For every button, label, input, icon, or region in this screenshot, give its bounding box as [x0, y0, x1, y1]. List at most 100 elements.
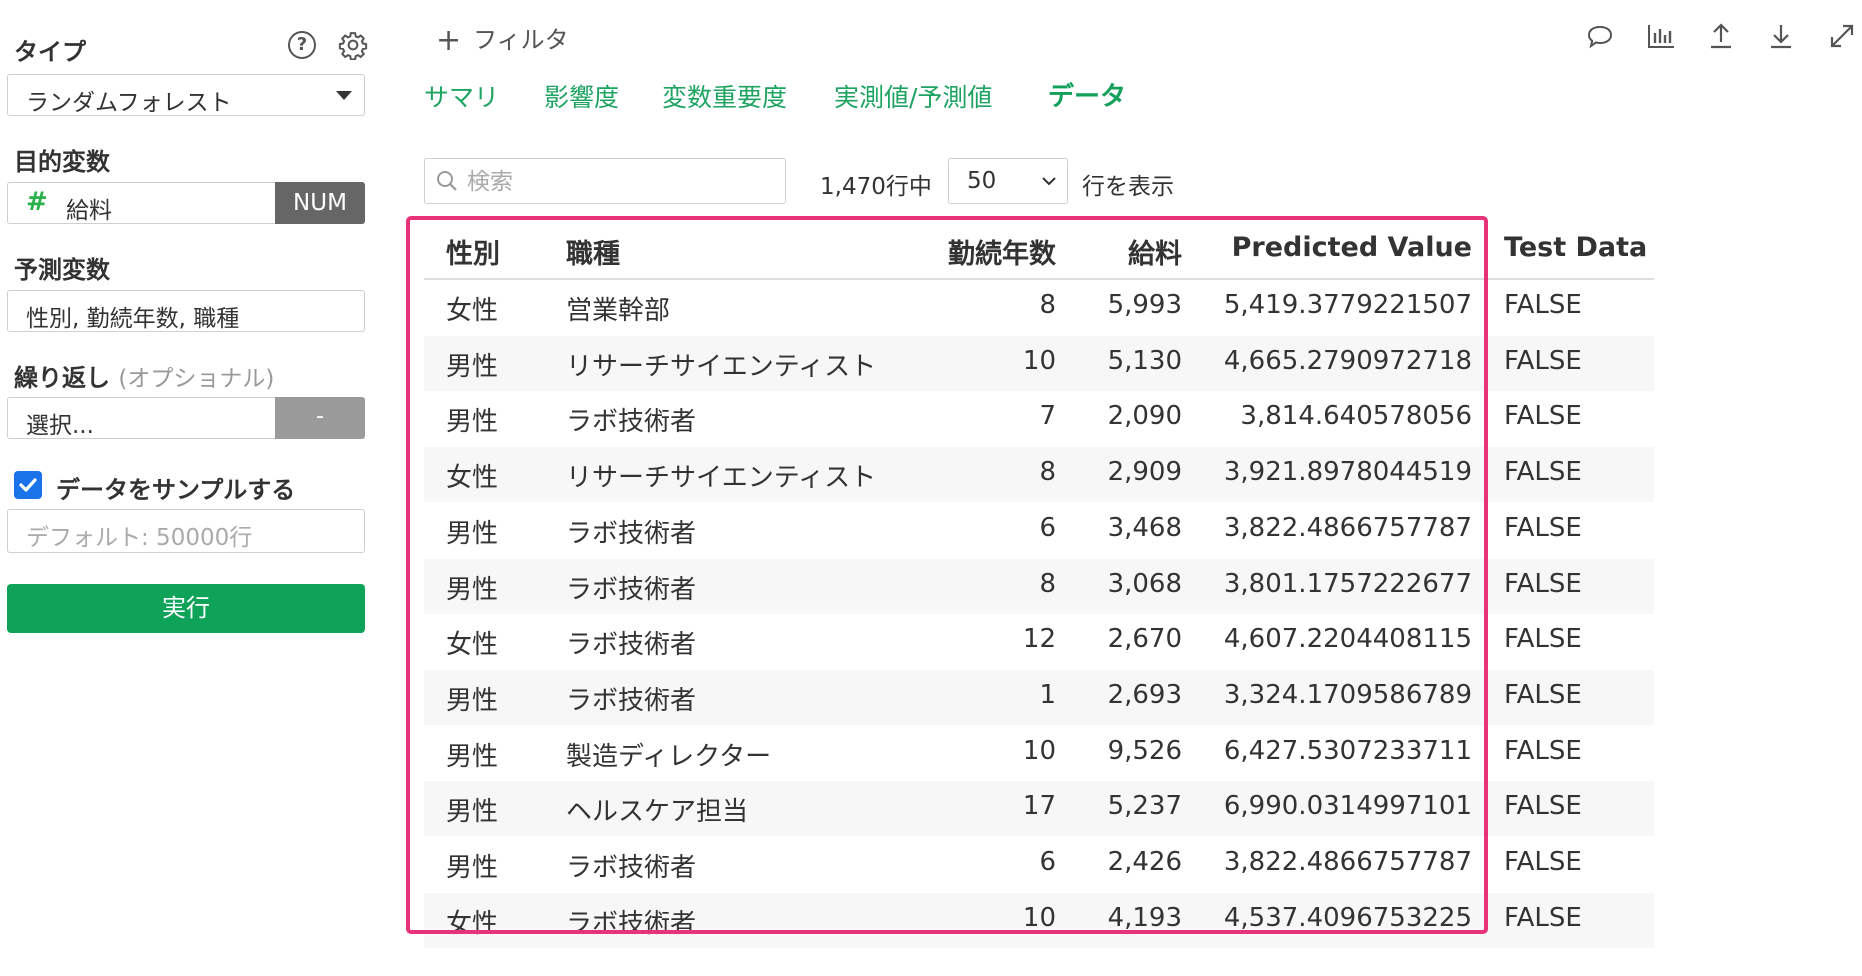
- cell-years: 10: [1022, 902, 1056, 933]
- table-row[interactable]: 男性 ヘルスケア担当 17 5,237 6,990.0314997101 FALSE: [424, 781, 1654, 837]
- cell-job: ラボ技術者: [566, 685, 697, 716]
- table-row[interactable]: 男性 リサーチサイエンティスト 10 5,130 4,665.2790972718 FAL…: [424, 335, 1654, 391]
- table-row[interactable]: 男性 ラボ技術者 1 2,693 3,324.1709586789 FALSE: [424, 669, 1654, 725]
- sample-data-label[interactable]: データをサンプルする: [56, 470, 295, 505]
- upload-icon[interactable]: [1708, 22, 1734, 54]
- rows-display-label: 行を表示: [1082, 174, 1174, 200]
- table-row[interactable]: 女性 リサーチサイエンティスト 8 2,909 3,921.8978044519 FALS…: [424, 447, 1654, 503]
- type-label: タイプ: [14, 38, 86, 66]
- gear-icon[interactable]: [338, 30, 368, 64]
- column-header-predicted-value[interactable]: Predicted Value: [1232, 232, 1472, 263]
- cell-years: 17: [1022, 791, 1056, 822]
- cell-test-data: FALSE: [1504, 847, 1582, 877]
- table-row[interactable]: 男性 ラボ技術者 6 2,426 3,822.4866757787 FALSE: [424, 837, 1654, 892]
- add-filter-button[interactable]: + フィルタ: [436, 20, 569, 58]
- cell-predicted-value: 4,607.2204408115: [1223, 624, 1472, 655]
- cell-salary: 5,993: [1107, 290, 1182, 320]
- cell-predicted-value: 3,324.1709586789: [1223, 679, 1472, 710]
- repeat-label: 繰り返し (オプショナル): [14, 358, 274, 393]
- cell-years: 6: [1039, 847, 1056, 877]
- target-variable-value: 給料: [66, 198, 112, 224]
- cell-gender: 女性: [446, 296, 499, 326]
- tab-summary[interactable]: サマリ: [424, 78, 499, 114]
- cell-salary: 5,130: [1107, 345, 1182, 376]
- column-header-years[interactable]: 勤続年数: [948, 232, 1056, 271]
- search-input[interactable]: [465, 165, 769, 199]
- sample-data-checkbox[interactable]: [14, 471, 42, 499]
- cell-years: 1: [1039, 679, 1056, 710]
- cell-salary: 2,090: [1107, 401, 1182, 432]
- page-size-select[interactable]: 50: [948, 158, 1068, 204]
- cell-predicted-value: 3,822.4866757787: [1223, 512, 1472, 543]
- sample-size-placeholder: デフォルト: 50000行: [26, 525, 253, 551]
- table-row[interactable]: 女性 営業幹部 8 5,993 5,419.3779221507 FALSE: [424, 280, 1654, 335]
- predictor-variables-value: 性別, 勤続年数, 職種: [26, 306, 240, 332]
- checkmark-icon: [19, 478, 37, 492]
- cell-salary: 2,909: [1107, 457, 1182, 488]
- chevron-down-icon: [1039, 171, 1059, 197]
- model-type-value: ランダムフォレスト: [26, 90, 232, 116]
- cell-job: 製造ディレクター: [566, 741, 772, 772]
- filter-label: フィルタ: [473, 26, 569, 54]
- cell-years: 12: [1022, 624, 1056, 655]
- cell-salary: 9,526: [1107, 735, 1182, 766]
- cell-gender: 女性: [446, 908, 499, 939]
- repeat-select[interactable]: 選択... -: [7, 397, 365, 439]
- cell-predicted-value: 3,801.1757222677: [1223, 568, 1472, 599]
- optional-hint: (オプショナル): [118, 366, 275, 392]
- cell-gender: 男性: [446, 741, 499, 772]
- cell-test-data: FALSE: [1504, 345, 1582, 376]
- chevron-down-icon: [336, 91, 352, 100]
- column-header-gender[interactable]: 性別: [446, 232, 500, 271]
- tab-variable-importance[interactable]: 変数重要度: [662, 78, 787, 114]
- column-header-job[interactable]: 職種: [566, 232, 620, 271]
- cell-test-data: FALSE: [1504, 568, 1582, 599]
- cell-gender: 女性: [446, 630, 499, 661]
- tab-influence[interactable]: 影響度: [544, 78, 619, 114]
- repeat-label-text: 繰り返し: [14, 364, 110, 392]
- settings-sidebar: タイプ ? ランダムフォレスト 目的変数 # 給料 NUM 予測変数 性別, 勤…: [0, 0, 372, 976]
- target-variable-label: 目的変数: [14, 148, 110, 176]
- table-row[interactable]: 女性 ラボ技術者 10 4,193 4,537.4096753225 FALSE: [424, 892, 1654, 948]
- table-row[interactable]: 男性 ラボ技術者 6 3,468 3,822.4866757787 FALSE: [424, 503, 1654, 558]
- target-variable-field[interactable]: # 給料 NUM: [7, 182, 365, 224]
- cell-test-data: FALSE: [1504, 735, 1582, 766]
- page-size-value: 50: [967, 168, 997, 194]
- predictor-variables-field[interactable]: 性別, 勤続年数, 職種: [7, 290, 365, 332]
- cell-gender: 男性: [446, 853, 499, 883]
- help-icon[interactable]: ?: [288, 31, 316, 59]
- cell-job: リサーチサイエンティスト: [566, 351, 877, 382]
- run-button[interactable]: 実行: [7, 584, 365, 633]
- total-rows-text: 1,470行中: [820, 174, 932, 200]
- tab-data[interactable]: データ: [1048, 76, 1126, 113]
- table-row[interactable]: 男性 ラボ技術者 7 2,090 3,814.640578056 FALSE: [424, 391, 1654, 446]
- cell-job: リサーチサイエンティスト: [566, 463, 877, 494]
- table-row[interactable]: 男性 ラボ技術者 8 3,068 3,801.1757222677 FALSE: [424, 558, 1654, 614]
- cell-predicted-value: 3,822.4866757787: [1223, 847, 1472, 877]
- sample-size-input[interactable]: デフォルト: 50000行: [7, 509, 365, 553]
- column-header-salary[interactable]: 給料: [1128, 232, 1182, 271]
- cell-salary: 2,693: [1107, 679, 1182, 710]
- cell-years: 8: [1039, 457, 1056, 488]
- download-icon[interactable]: [1768, 22, 1794, 54]
- comment-icon[interactable]: [1586, 24, 1614, 54]
- expand-icon[interactable]: [1828, 22, 1856, 54]
- numeric-hash-icon: #: [26, 187, 48, 217]
- cell-job: ラボ技術者: [566, 853, 697, 883]
- cell-test-data: FALSE: [1504, 679, 1582, 710]
- column-header-test-data[interactable]: Test Data: [1504, 232, 1647, 263]
- table-row[interactable]: 男性 製造ディレクター 10 9,526 6,427.5307233711 FALSE: [424, 726, 1654, 781]
- tab-actual-vs-predicted[interactable]: 実測値/予測値: [834, 78, 992, 114]
- table-row[interactable]: 女性 ラボ技術者 12 2,670 4,607.2204408115 FALSE: [424, 614, 1654, 669]
- cell-gender: 男性: [446, 351, 499, 382]
- cell-predicted-value: 4,537.4096753225: [1223, 902, 1472, 933]
- cell-years: 6: [1039, 512, 1056, 543]
- chart-icon[interactable]: [1646, 22, 1676, 54]
- column-type-badge: NUM: [275, 182, 365, 224]
- repeat-value: 選択...: [26, 413, 94, 439]
- cell-test-data: FALSE: [1504, 624, 1582, 655]
- cell-gender: 男性: [446, 797, 499, 828]
- search-box[interactable]: [424, 158, 786, 204]
- repeat-clear-button[interactable]: -: [275, 397, 365, 439]
- model-type-select[interactable]: ランダムフォレスト: [7, 74, 365, 116]
